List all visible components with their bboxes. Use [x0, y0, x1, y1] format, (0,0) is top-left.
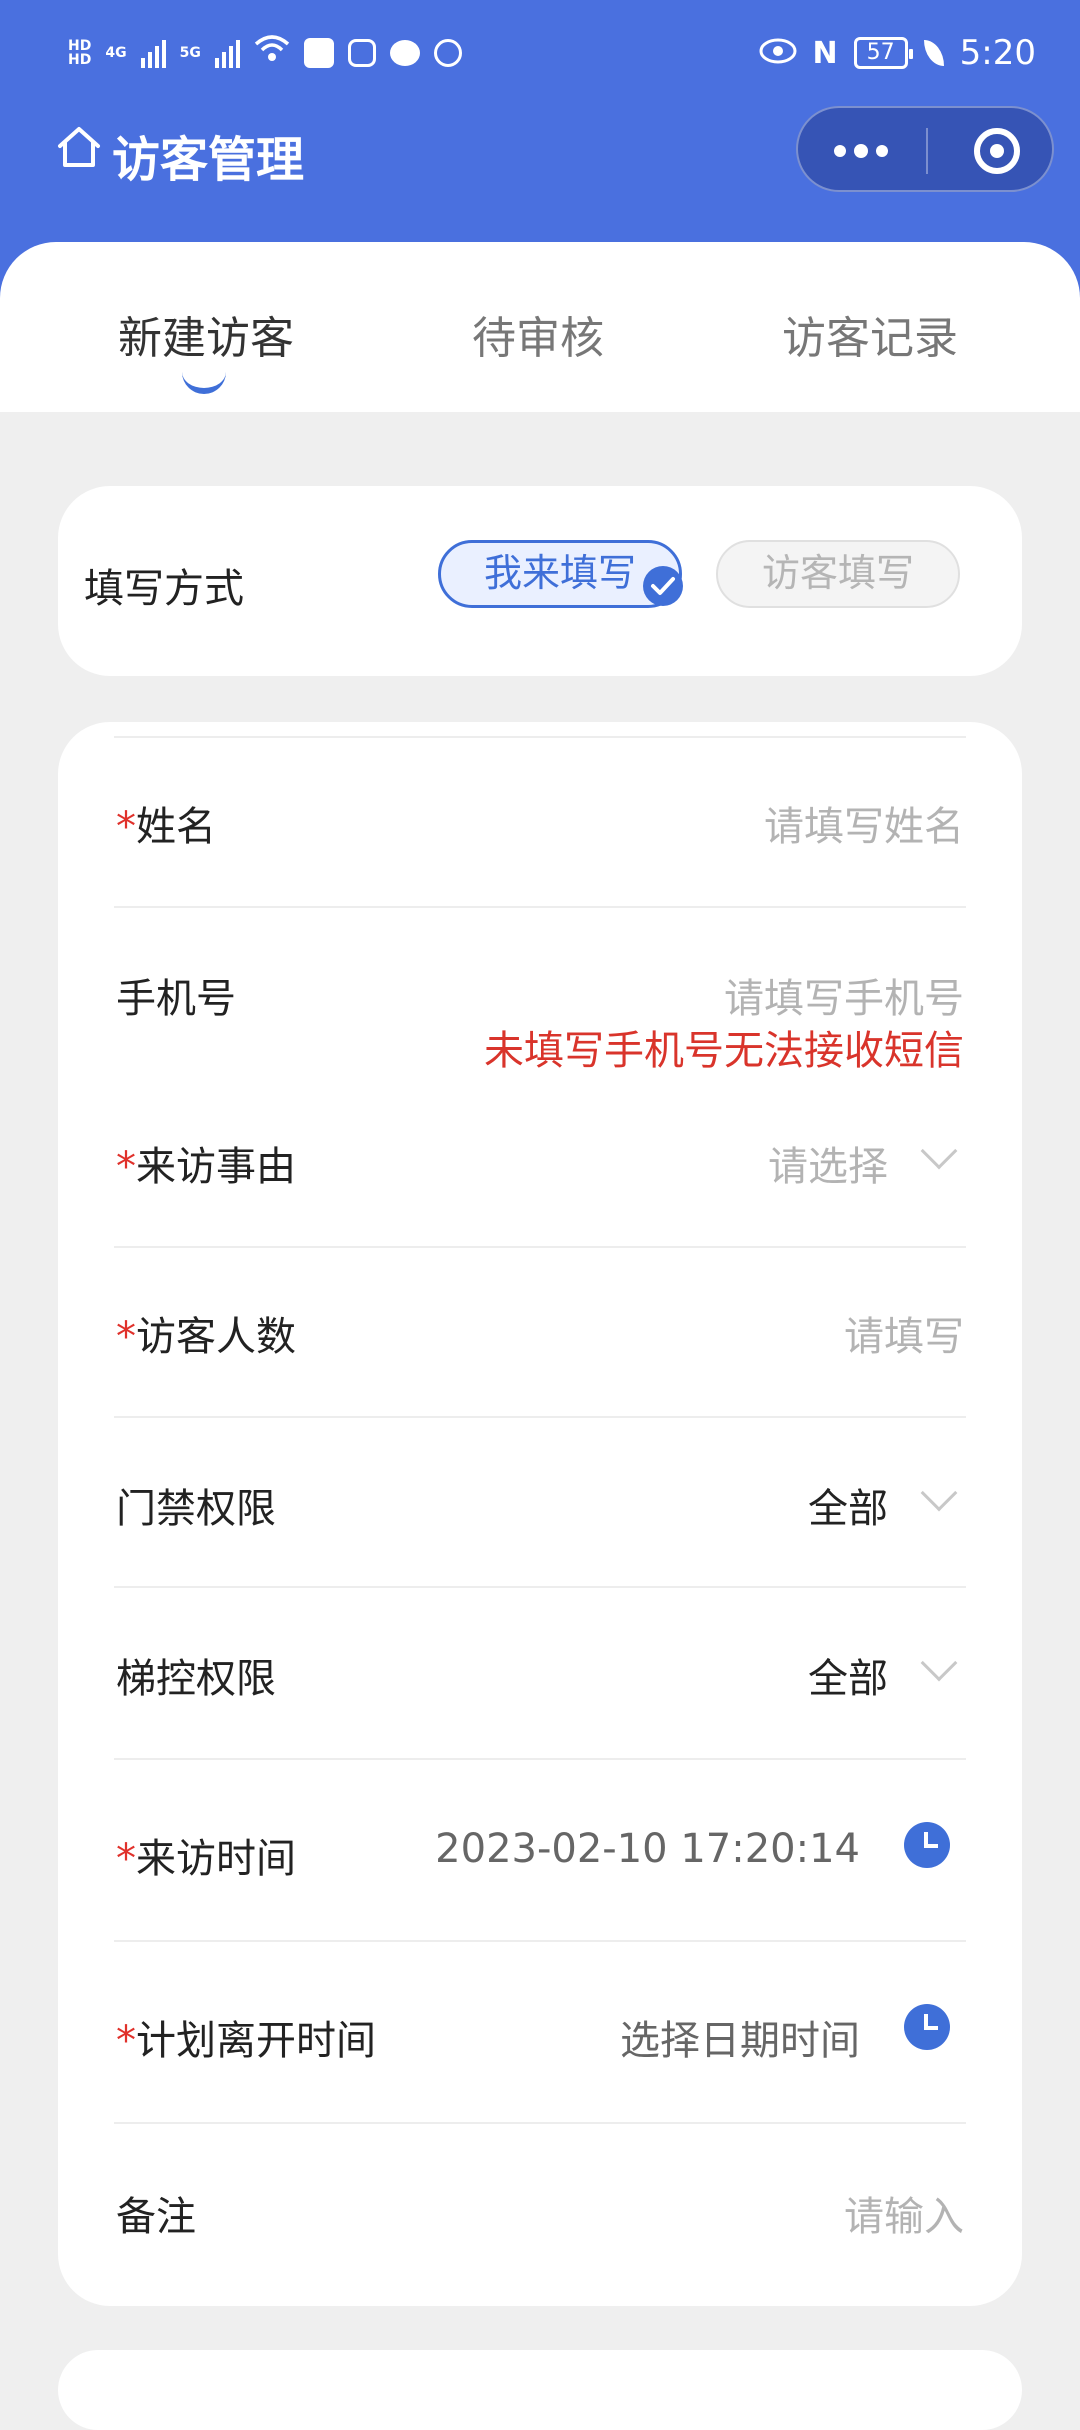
signal-icon-2	[214, 38, 240, 68]
leave-time-row[interactable]: *计划离开时间 选择日期时间	[116, 2004, 964, 2068]
check-icon	[643, 566, 683, 606]
divider	[114, 1758, 966, 1760]
required-mark: *	[116, 804, 136, 850]
visit-time-row[interactable]: *来访时间 2023-02-10 17:20:14	[116, 1822, 964, 1886]
battery-indicator: 57	[853, 37, 913, 69]
phone-warning: 未填写手机号无法接收短信	[484, 1028, 964, 1074]
next-section-card	[58, 2350, 1022, 2430]
required-mark: *	[116, 1836, 136, 1882]
required-mark: *	[116, 2018, 136, 2064]
close-button[interactable]	[928, 108, 1056, 194]
wifi-icon	[254, 34, 290, 72]
chevron-down-icon	[920, 1132, 958, 1170]
divider	[114, 1416, 966, 1418]
name-label: *姓名	[116, 794, 216, 852]
reason-row[interactable]: *来访事由 请选择	[116, 1132, 964, 1194]
count-row: *访客人数 请填写	[116, 1304, 964, 1364]
divider	[114, 906, 966, 908]
phone-label: 手机号	[116, 976, 236, 1022]
name-row: *姓名 请填写姓名	[116, 794, 964, 854]
phone-row: 手机号 请填写手机号 未填写手机号无法接收短信	[116, 966, 964, 1086]
status-icons-left: HD HD 4G 5G	[68, 30, 462, 76]
visitor-form-card: *姓名 请填写姓名 手机号 请填写手机号 未填写手机号无法接收短信 *来访事由 …	[58, 722, 1022, 2306]
signal-icon	[140, 38, 166, 68]
reason-label: *来访事由	[116, 1134, 296, 1192]
tab-pending-review[interactable]: 待审核	[472, 302, 604, 366]
chevron-down-icon	[920, 1644, 958, 1682]
visit-time-label-text: 来访时间	[136, 1836, 296, 1882]
more-dot	[876, 145, 888, 157]
clock-icon[interactable]	[904, 1822, 950, 1868]
leave-time-picker[interactable]: 选择日期时间	[620, 2008, 860, 2066]
remark-input[interactable]: 请输入	[844, 2184, 964, 2242]
elevator-access-select[interactable]: 全部	[808, 1646, 888, 1704]
required-mark: *	[116, 1144, 136, 1190]
tabs-panel: 新建访客 待审核 访客记录	[0, 242, 1080, 412]
reason-select[interactable]: 请选择	[768, 1134, 888, 1192]
divider	[114, 1940, 966, 1942]
leave-time-label-text: 计划离开时间	[136, 2018, 376, 2064]
divider	[114, 2122, 966, 2124]
leaf-icon	[923, 40, 944, 66]
more-dot	[854, 144, 868, 158]
hand-icon	[347, 39, 376, 67]
app-notification-icon	[303, 38, 334, 68]
elevator-access-label: 梯控权限	[116, 1656, 276, 1702]
nfc-icon: N	[812, 35, 838, 71]
name-label-text: 姓名	[136, 804, 216, 850]
tab-new-visitor[interactable]: 新建访客	[118, 302, 294, 366]
count-label-text: 访客人数	[136, 1314, 296, 1360]
door-access-select[interactable]: 全部	[808, 1476, 888, 1534]
tab-visitor-records[interactable]: 访客记录	[782, 302, 958, 366]
more-button[interactable]	[798, 108, 926, 194]
count-input[interactable]: 请填写	[844, 1304, 964, 1362]
fill-method-label: 填写方式	[84, 566, 244, 612]
close-target-icon	[974, 128, 1020, 174]
required-mark: *	[116, 1314, 136, 1360]
app-bar: 访客管理	[0, 100, 1080, 200]
divider	[114, 736, 966, 738]
more-dot	[834, 145, 846, 157]
mini-program-capsule	[796, 106, 1054, 192]
door-access-row[interactable]: 门禁权限 全部	[116, 1474, 964, 1536]
door-access-label: 门禁权限	[116, 1486, 276, 1532]
network-4g: 4G	[105, 45, 127, 61]
alarm-icon	[433, 39, 462, 67]
eye-icon	[759, 38, 797, 68]
clock-time: 5:20	[959, 33, 1036, 73]
remark-label: 备注	[116, 2194, 196, 2240]
wechat-icon	[389, 40, 420, 66]
home-icon[interactable]	[56, 124, 102, 170]
name-input[interactable]: 请填写姓名	[764, 794, 964, 852]
reason-label-text: 来访事由	[136, 1144, 296, 1190]
leave-time-label: *计划离开时间	[116, 2008, 376, 2066]
active-tab-indicator	[182, 372, 226, 394]
fill-method-card: 填写方式 我来填写 访客填写	[58, 486, 1022, 676]
visit-time-label: *来访时间	[116, 1826, 296, 1884]
divider	[114, 1246, 966, 1248]
clock-icon[interactable]	[904, 2004, 950, 2050]
phone-input[interactable]: 请填写手机号	[724, 966, 964, 1024]
divider	[114, 1586, 966, 1588]
option-visitor-fill[interactable]: 访客填写	[716, 540, 960, 608]
visit-time-picker[interactable]: 2023-02-10 17:20:14	[435, 1826, 860, 1872]
page-title: 访客管理	[112, 132, 305, 188]
status-icons-right: N 57 5:20	[759, 30, 1036, 76]
hd-indicator: HD HD	[68, 39, 91, 67]
hd-bottom: HD	[68, 52, 92, 68]
elevator-access-row[interactable]: 梯控权限 全部	[116, 1644, 964, 1706]
status-bar: HD HD 4G 5G N 57 5:20	[0, 0, 1080, 100]
chevron-down-icon	[920, 1474, 958, 1512]
network-5g: 5G	[179, 45, 201, 61]
count-label: *访客人数	[116, 1304, 296, 1362]
close-target-dot	[990, 144, 1004, 158]
remark-row: 备注 请输入	[116, 2184, 964, 2244]
